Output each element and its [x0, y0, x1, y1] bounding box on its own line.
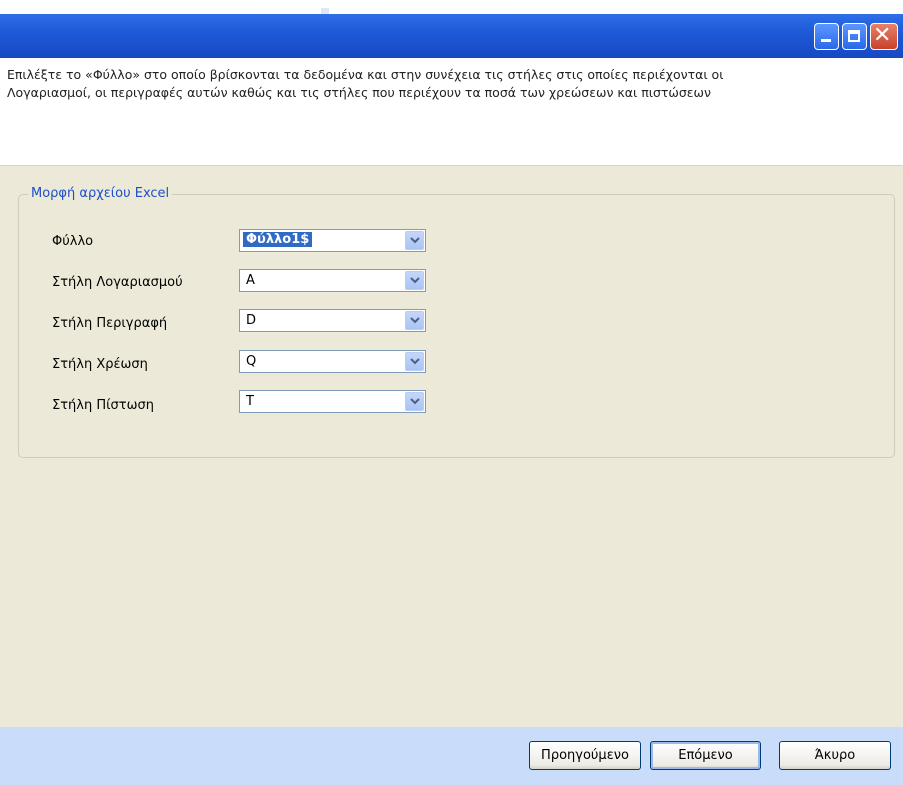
chevron-down-icon[interactable] — [405, 271, 424, 290]
description-column-value: D — [246, 313, 257, 328]
credit-column-value: T — [246, 394, 254, 409]
account-column-value: A — [246, 273, 255, 288]
credit-column-label: Στήλη Πίστωση — [52, 398, 154, 413]
close-icon: ✕ — [873, 23, 892, 48]
sheet-combo-value: Φύλλο1$ — [243, 232, 313, 247]
instructions-line-2: Λογαριασμοί, οι περιγραφές αυτών καθώς κ… — [7, 85, 712, 100]
maximize-icon — [848, 30, 860, 42]
main-panel: Μορφή αρχείου Excel Φύλλο Φύλλο1$ Στήλη … — [0, 165, 903, 728]
description-column-combo[interactable]: D — [239, 309, 426, 332]
account-column-combo[interactable]: A — [239, 269, 426, 292]
chevron-down-icon[interactable] — [405, 392, 424, 411]
chevron-down-icon[interactable] — [405, 231, 424, 250]
maximize-button[interactable] — [842, 23, 867, 50]
credit-column-combo[interactable]: T — [239, 390, 426, 413]
minimize-icon — [821, 39, 831, 42]
debit-column-value: Q — [246, 354, 257, 369]
instructions-text: Επιλέξτε το «Φύλλο» στο οποίο βρίσκονται… — [7, 66, 887, 102]
next-button[interactable]: Επόμενο — [650, 741, 761, 770]
sheet-combo[interactable]: Φύλλο1$ — [239, 229, 426, 252]
cancel-button[interactable]: Άκυρο — [779, 741, 891, 770]
title-bar: ✕ — [0, 0, 903, 58]
chevron-down-icon[interactable] — [405, 352, 424, 371]
group-legend: Μορφή αρχείου Excel — [28, 186, 173, 201]
button-footer: Προηγούμενο Επόμενο Άκυρο — [0, 727, 903, 785]
debit-column-label: Στήλη Χρέωση — [52, 357, 148, 372]
account-column-label: Στήλη Λογαριασμού — [52, 275, 183, 290]
debit-column-combo[interactable]: Q — [239, 350, 426, 373]
minimize-button[interactable] — [814, 23, 839, 50]
instructions-line-1: Επιλέξτε το «Φύλλο» στο οποίο βρίσκονται… — [7, 67, 724, 82]
description-column-label: Στήλη Περιγραφή — [52, 316, 168, 331]
close-button[interactable]: ✕ — [870, 23, 898, 50]
title-bar-fill — [0, 14, 903, 58]
previous-button[interactable]: Προηγούμενο — [529, 741, 641, 770]
sheet-label: Φύλλο — [52, 234, 94, 249]
chevron-down-icon[interactable] — [405, 311, 424, 330]
